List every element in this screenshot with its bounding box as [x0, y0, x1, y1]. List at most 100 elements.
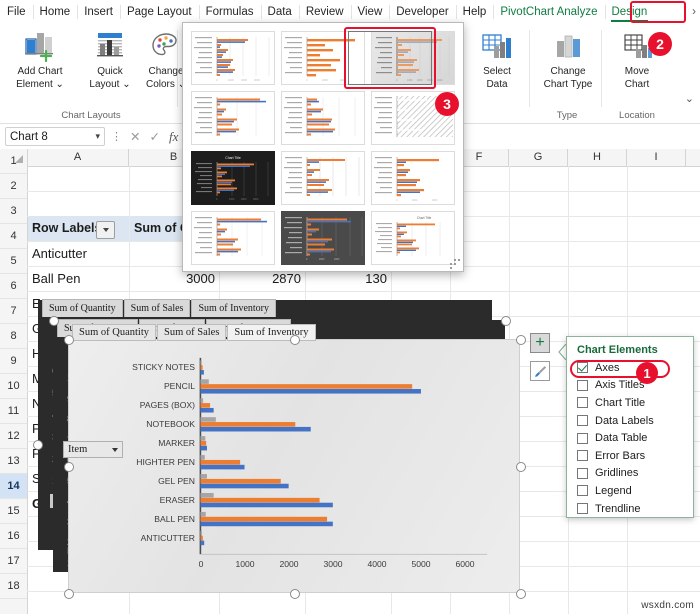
row-header-13[interactable]: 13: [0, 449, 27, 474]
row-header-14[interactable]: 14: [0, 474, 27, 499]
chart-style-thumbnail[interactable]: 0 2000 4000: [281, 211, 365, 265]
tab-formulas[interactable]: Formulas: [198, 0, 261, 24]
chart-title-checkbox[interactable]: [577, 397, 588, 409]
row-header-16[interactable]: 16: [0, 524, 27, 549]
item-field-filter-button[interactable]: Item: [63, 441, 123, 458]
name-box-kebab-icon[interactable]: ⋮: [111, 130, 123, 143]
chart-element-row-data-table[interactable]: Data Table: [567, 429, 693, 447]
axis-titles-checkbox[interactable]: [577, 379, 588, 391]
row-labels-filter-button[interactable]: [96, 221, 115, 239]
quick-layout-button[interactable]: Quick Layout ⌄: [82, 27, 138, 101]
chart-style-thumbnail[interactable]: Chart Title 0 1000 2000 3000: [191, 151, 275, 205]
cell-A4[interactable]: Anticutter: [28, 241, 129, 266]
tab-data[interactable]: Data: [260, 0, 299, 24]
chart-styles-grid: 0 1000 2000 3000 0 2000 4000 0 1000 2000…: [191, 31, 455, 265]
tab-help[interactable]: Help: [455, 0, 494, 24]
change-chart-type-button[interactable]: Change Chart Type: [539, 27, 597, 101]
name-box[interactable]: Chart 8 ▾: [5, 127, 105, 146]
tab-design[interactable]: Design: [604, 0, 655, 24]
row-header-4[interactable]: 4: [0, 224, 27, 249]
row-header-2[interactable]: 2: [0, 174, 27, 199]
row-header-6[interactable]: 6: [0, 274, 27, 299]
col-header-G[interactable]: G: [509, 149, 568, 166]
select-data-button[interactable]: Select Data: [469, 27, 525, 101]
tab-insert[interactable]: Insert: [77, 0, 120, 24]
row-header-15[interactable]: 15: [0, 499, 27, 524]
chart-element-row-trendline[interactable]: Trendline: [567, 500, 693, 518]
chart-style-thumbnail[interactable]: [281, 91, 365, 145]
col-header-H[interactable]: H: [568, 149, 627, 166]
svg-text:Chart Title: Chart Title: [225, 156, 241, 160]
pivot-field-button[interactable]: Sum of Quantity: [42, 299, 123, 317]
gallery-resize-handle[interactable]: [450, 259, 460, 269]
chart-element-row-gridlines[interactable]: Gridlines: [567, 465, 693, 483]
change-chart-type-label-1: Change: [550, 66, 586, 77]
trendline-checkbox[interactable]: [577, 503, 588, 515]
add-chart-element-label-1: Add Chart: [17, 66, 63, 77]
pivot-field-sum-of-quantity[interactable]: Sum of Quantity: [72, 324, 156, 341]
chart-elements-plus-button[interactable]: +: [530, 333, 550, 353]
ribbon-overflow-icon[interactable]: ›: [692, 6, 700, 18]
chart-title-label: Chart Title: [595, 396, 646, 409]
data-table-checkbox[interactable]: [577, 432, 588, 444]
cancel-formula-icon[interactable]: ✕: [130, 129, 140, 144]
row-header-11[interactable]: 11: [0, 399, 27, 424]
tab-file[interactable]: File: [0, 0, 33, 24]
add-chart-element-button[interactable]: Add Chart Element ⌄: [12, 27, 68, 101]
chart-element-row-error-bars[interactable]: Error Bars: [567, 447, 693, 465]
pivot-field-button[interactable]: Sum of Sales: [123, 299, 191, 317]
row-header-5[interactable]: 5: [0, 249, 27, 274]
pivot-field-button[interactable]: Sum of Inventory: [191, 299, 276, 317]
row-header-1[interactable]: 1: [0, 149, 27, 174]
chart-styles-brush-button[interactable]: [530, 361, 550, 381]
chart-card-back-2-tabs: Sum of Quantity Sum of Sales Sum of Inve…: [42, 299, 277, 317]
chart-element-row-chart-title[interactable]: Chart Title: [567, 394, 693, 412]
svg-text:4000: 4000: [437, 79, 443, 82]
tab-developer[interactable]: Developer: [389, 0, 455, 24]
cell-A5[interactable]: Ball Pen: [28, 266, 129, 291]
tab-pivotchart-analyze[interactable]: PivotChart Analyze: [493, 0, 604, 24]
gridlines-checkbox[interactable]: [577, 467, 588, 479]
data-labels-checkbox[interactable]: [577, 415, 588, 427]
chart-style-thumbnail-selected[interactable]: 0 1000 2000 3000 4000: [371, 31, 455, 85]
chart-styles-gallery: 0 1000 2000 3000 0 2000 4000 0 1000 2000…: [182, 22, 464, 272]
chart-element-row-axis-titles[interactable]: Axis Titles: [567, 377, 693, 395]
row-header-3[interactable]: 3: [0, 199, 27, 224]
row-header-8[interactable]: 8: [0, 324, 27, 349]
axes-checkbox[interactable]: [577, 362, 588, 374]
ribbon-group-type: Change Chart Type Type: [532, 24, 602, 123]
chart-style-thumbnail[interactable]: 0 1000 2000 3000: [191, 31, 275, 85]
row-header-17[interactable]: 17: [0, 549, 27, 574]
chevron-down-icon[interactable]: ▾: [95, 131, 100, 142]
chart-style-thumbnail[interactable]: 0 2000 4000: [281, 31, 365, 85]
insert-function-icon[interactable]: fx: [169, 129, 178, 145]
ribbon-collapse-icon[interactable]: ⌄: [685, 92, 694, 105]
chart-element-row-legend[interactable]: Legend: [567, 482, 693, 500]
chart-style-thumbnail[interactable]: 0 2000 4000: [371, 151, 455, 205]
row-header-10[interactable]: 10: [0, 374, 27, 399]
legend-checkbox[interactable]: [577, 485, 588, 497]
chart-elements-panel: Chart Elements Axes Axis Titles Chart Ti…: [566, 336, 694, 518]
chart-style-thumbnail[interactable]: [281, 151, 365, 205]
tab-view[interactable]: View: [350, 0, 390, 24]
row-header-7[interactable]: 7: [0, 299, 27, 324]
pivot-chart[interactable]: Sum of Quantity Sum of Sales Sum of Inve…: [63, 324, 520, 593]
tab-home[interactable]: Home: [32, 0, 78, 24]
error-bars-checkbox[interactable]: [577, 450, 588, 462]
enter-formula-icon[interactable]: ✓: [149, 129, 159, 144]
chevron-down-icon[interactable]: [112, 447, 118, 452]
pivot-field-sum-of-inventory[interactable]: Sum of Inventory: [227, 324, 316, 341]
row-header-9[interactable]: 9: [0, 349, 27, 374]
chart-element-row-data-labels[interactable]: Data Labels: [567, 412, 693, 430]
row-header-18[interactable]: 18: [0, 574, 27, 599]
col-header-A[interactable]: A: [27, 149, 129, 166]
chart-style-thumbnail[interactable]: [191, 91, 275, 145]
tab-page-layout[interactable]: Page Layout: [119, 0, 199, 24]
tab-review[interactable]: Review: [298, 0, 351, 24]
row-header-12[interactable]: 12: [0, 424, 27, 449]
chart-style-thumbnail[interactable]: [191, 211, 275, 265]
chart-style-thumbnail[interactable]: Chart Title: [371, 211, 455, 265]
chart-element-row-axes[interactable]: Axes: [567, 359, 693, 377]
col-header-I[interactable]: I: [627, 149, 686, 166]
pivot-field-sum-of-sales[interactable]: Sum of Sales: [157, 324, 227, 341]
